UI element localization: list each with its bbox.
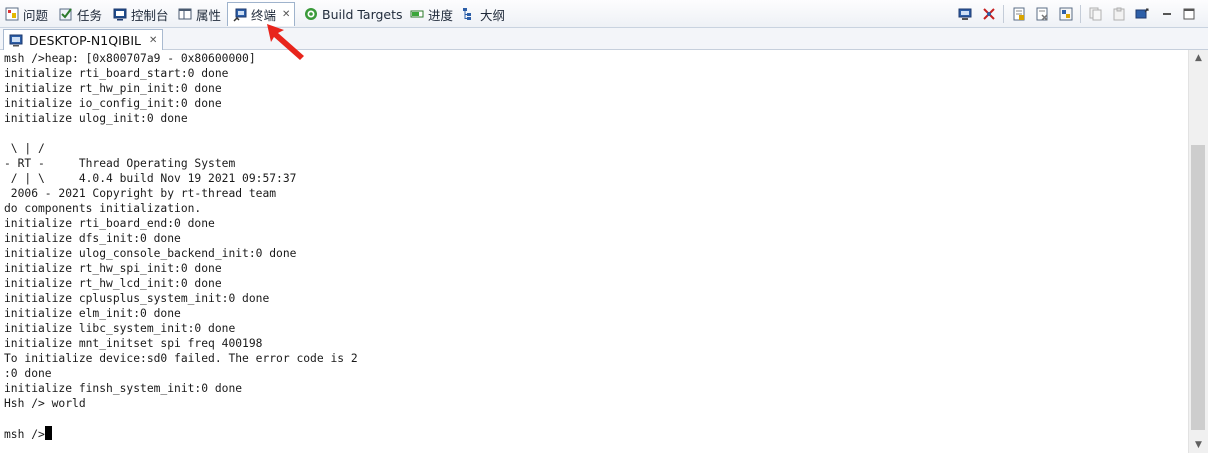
tab-label: 问题 xyxy=(23,7,49,23)
tab-label: 大纲 xyxy=(480,7,506,23)
text-cursor xyxy=(44,426,52,440)
console-line: initialize rt_hw_pin_init:0 done xyxy=(4,82,222,95)
scroll-up-icon[interactable]: ▲ xyxy=(1189,50,1208,66)
annotation-arrow xyxy=(267,24,304,60)
display-icon[interactable] xyxy=(1133,5,1151,23)
console-line: / | \ 4.0.4 build Nov 19 2021 09:57:37 xyxy=(4,172,297,185)
tab-properties[interactable]: 属性 xyxy=(177,3,221,25)
tab-label: 进度 xyxy=(428,7,454,23)
console-line: initialize io_config_init:0 done xyxy=(4,97,222,110)
console-line: initialize rti_board_end:0 done xyxy=(4,217,215,230)
terminal-session-tab-bar: DESKTOP-N1QIBIL ✕ xyxy=(0,28,1208,50)
console-line: :0 done xyxy=(4,367,52,380)
console-line: initialize finsh_system_init:0 done xyxy=(4,382,243,395)
view-tab-bar: 问题 任务 控制台 属性 终端 ✕ Build Targets 进度 大纲 xyxy=(0,0,1208,28)
vertical-scrollbar[interactable]: ▲ ▼ xyxy=(1188,50,1208,453)
console-line: initialize rt_hw_spi_init:0 done xyxy=(4,262,222,275)
console-line: initialize elm_init:0 done xyxy=(4,307,181,320)
terminal-icon xyxy=(232,7,247,22)
tab-label: 任务 xyxy=(77,7,103,23)
connect-icon[interactable] xyxy=(956,5,974,23)
tab-console[interactable]: 控制台 xyxy=(112,3,169,25)
console-line: \ | / xyxy=(4,142,45,155)
console-line: initialize cplusplus_system_init:0 done xyxy=(4,292,270,305)
scroll-down-icon[interactable]: ▼ xyxy=(1189,437,1208,453)
toolbar-separator xyxy=(1003,5,1004,23)
console-icon xyxy=(112,7,127,22)
console-line: do components initialization. xyxy=(4,202,202,215)
console-line: initialize mnt_initset spi freq 400198 xyxy=(4,337,263,350)
console-prompt-line: msh /> xyxy=(4,426,1188,442)
terminal-session-icon xyxy=(9,33,24,48)
tab-label: 控制台 xyxy=(131,7,169,23)
tab-terminal-session[interactable]: DESKTOP-N1QIBIL ✕ xyxy=(3,29,164,50)
close-icon[interactable]: ✕ xyxy=(282,9,290,20)
tab-outline[interactable]: 大纲 xyxy=(461,3,505,25)
console-line: initialize rti_board_start:0 done xyxy=(4,67,229,80)
terminal-output[interactable]: msh />heap: [0x800707a9 - 0x80600000] ini… xyxy=(0,50,1188,453)
paste-icon[interactable] xyxy=(1110,5,1128,23)
tasks-icon xyxy=(58,7,73,22)
tab-problems[interactable]: 问题 xyxy=(4,3,48,25)
tab-tasks[interactable]: 任务 xyxy=(58,3,102,25)
console-line: To initialize device:sd0 failed. The err… xyxy=(4,352,358,365)
problems-icon xyxy=(4,7,19,22)
session-label: DESKTOP-N1QIBIL xyxy=(29,32,141,48)
clear-console-icon[interactable] xyxy=(1033,5,1051,23)
console-line: initialize dfs_init:0 done xyxy=(4,232,181,245)
scrollbar-thumb[interactable] xyxy=(1191,145,1205,430)
progress-icon xyxy=(409,7,424,22)
console-line: Hsh /> world xyxy=(4,397,86,410)
tab-progress[interactable]: 进度 xyxy=(409,3,453,25)
console-text: msh />heap: [0x800707a9 - 0x80600000] ini… xyxy=(0,50,1188,442)
minimize-icon[interactable] xyxy=(1158,5,1176,23)
maximize-icon[interactable] xyxy=(1180,5,1198,23)
close-icon[interactable]: ✕ xyxy=(149,35,157,46)
disconnect-icon[interactable] xyxy=(980,5,998,23)
console-line: initialize ulog_console_backend_init:0 d… xyxy=(4,247,297,260)
settings-icon[interactable] xyxy=(1057,5,1075,23)
scroll-lock-icon[interactable] xyxy=(1010,5,1028,23)
toolbar-separator xyxy=(1080,5,1081,23)
tab-label: Build Targets xyxy=(322,6,403,22)
copy-icon[interactable] xyxy=(1087,5,1105,23)
console-line: - RT - Thread Operating System xyxy=(4,157,236,170)
properties-icon xyxy=(177,7,192,22)
console-line: msh />heap: [0x800707a9 - 0x80600000] xyxy=(4,52,256,65)
console-line: initialize ulog_init:0 done xyxy=(4,112,188,125)
console-line: initialize libc_system_init:0 done xyxy=(4,322,236,335)
console-line: initialize rt_hw_lcd_init:0 done xyxy=(4,277,222,290)
console-prompt: msh /> xyxy=(4,428,45,441)
console-line: 2006 - 2021 Copyright by rt-thread team xyxy=(4,187,277,200)
tab-build-targets[interactable]: Build Targets xyxy=(303,3,403,25)
outline-icon xyxy=(461,7,476,22)
tab-label: 属性 xyxy=(196,7,222,23)
